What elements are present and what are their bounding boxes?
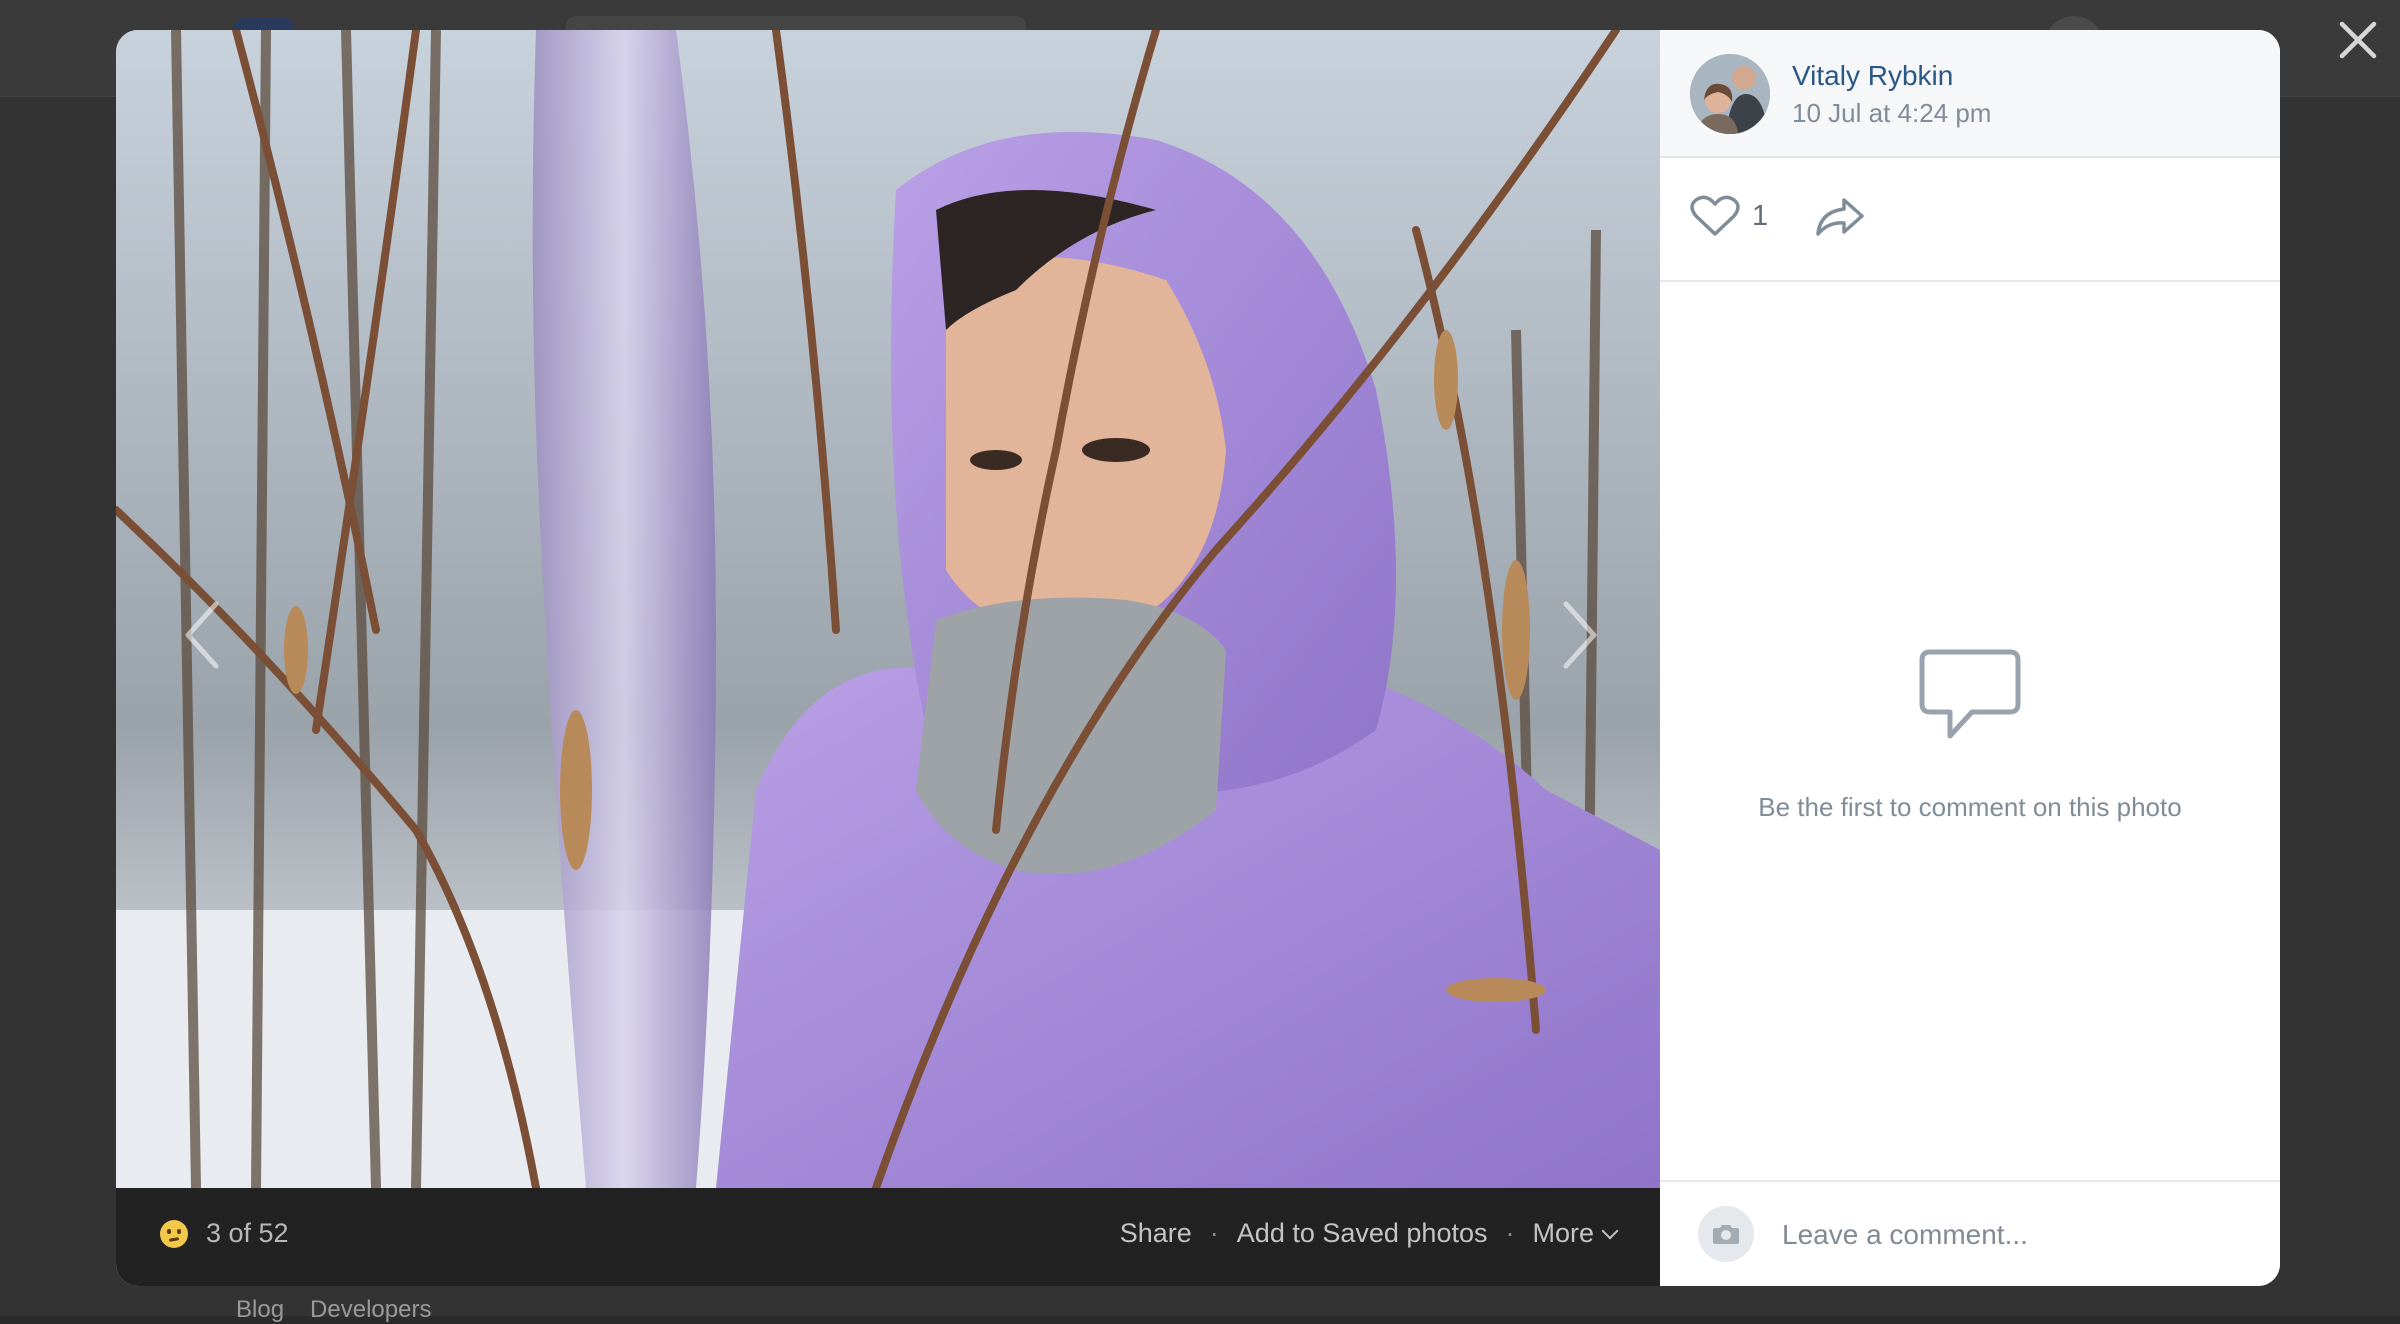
photo-viewer: 3 of 52 Share · Add to Saved photos · Mo… <box>116 30 2280 1286</box>
previous-photo-button[interactable] <box>172 590 232 680</box>
share-button[interactable] <box>1814 194 1866 243</box>
next-photo-button[interactable] <box>1550 590 1610 680</box>
close-button[interactable] <box>2330 12 2386 68</box>
separator-dot: · <box>1209 1218 1219 1248</box>
post-date[interactable]: 10 Jul at 4:24 pm <box>1792 98 1991 129</box>
avatar-image <box>1690 54 1770 134</box>
photo-footer: 3 of 52 Share · Add to Saved photos · Mo… <box>116 1188 1660 1286</box>
like-button[interactable]: 1 <box>1690 194 1768 238</box>
author-name-link[interactable]: Vitaly Rybkin <box>1792 60 1953 92</box>
comment-input[interactable] <box>1780 1208 2244 1262</box>
more-label: More <box>1532 1218 1594 1248</box>
background-footer: Blog Developers <box>236 1296 431 1324</box>
author-avatar[interactable] <box>1690 54 1770 134</box>
photo-actions: Share · Add to Saved photos · More <box>1120 1218 1619 1249</box>
separator-dot: · <box>1505 1218 1515 1248</box>
footer-link-blog[interactable]: Blog <box>236 1296 284 1324</box>
chevron-down-icon <box>1601 1222 1619 1240</box>
heart-icon <box>1690 195 1740 236</box>
prev-arrow-icon <box>185 601 219 669</box>
more-menu-button[interactable]: More <box>1532 1218 1619 1249</box>
attach-photo-button[interactable] <box>1698 1206 1754 1262</box>
share-link[interactable]: Share <box>1120 1218 1192 1249</box>
close-icon <box>2339 21 2377 59</box>
photo-sidebar: Vitaly Rybkin 10 Jul at 4:24 pm 1 Be the… <box>1660 30 2280 1286</box>
photo-area <box>116 30 1660 1188</box>
speech-bubble-icon <box>1919 649 2021 739</box>
camera-icon <box>1713 1225 1739 1244</box>
reactions-bar: 1 <box>1660 158 2280 282</box>
photo-counter-text: 3 of 52 <box>206 1218 289 1248</box>
photo-counter: 3 of 52 <box>160 1218 289 1249</box>
like-count: 1 <box>1752 199 1769 232</box>
next-arrow-icon <box>1563 601 1597 669</box>
photo-image <box>116 30 1660 1188</box>
empty-comments-illustration <box>1916 646 2024 751</box>
emoji-icon <box>160 1219 188 1248</box>
post-header: Vitaly Rybkin 10 Jul at 4:24 pm <box>1660 30 2280 158</box>
footer-link-developers[interactable]: Developers <box>310 1296 431 1324</box>
share-arrow-icon <box>1816 198 1864 236</box>
add-to-saved-photos-link[interactable]: Add to Saved photos <box>1237 1218 1488 1249</box>
empty-comments-text: Be the first to comment on this photo <box>1758 792 2182 822</box>
comment-bar <box>1660 1180 2280 1286</box>
